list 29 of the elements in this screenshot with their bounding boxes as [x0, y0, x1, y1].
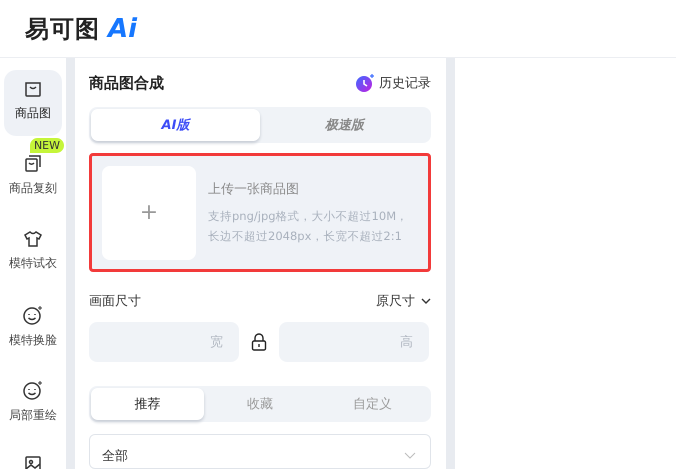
upload-title: 上传一张商品图	[208, 180, 300, 198]
smiley-icon	[22, 379, 44, 401]
sidebar-item[interactable]: 商品图	[4, 70, 62, 136]
chevron-down-icon	[404, 452, 416, 460]
new-badge: NEW	[30, 138, 64, 153]
logo-mark: Ai	[108, 14, 138, 44]
category-select[interactable]: 全部	[89, 434, 431, 469]
history-button[interactable]: 历史记录	[355, 73, 431, 93]
image-icon	[23, 454, 43, 469]
panel-title: 商品图合成	[89, 74, 164, 92]
width-field[interactable]: 宽	[89, 322, 239, 362]
size-dropdown[interactable]: 原尺寸	[376, 292, 431, 310]
clock-icon	[355, 73, 375, 93]
sidebar-item[interactable]: 模特换脸	[4, 295, 62, 361]
chevron-down-icon	[421, 298, 431, 304]
sidebar-item[interactable]: 局部重绘	[4, 370, 62, 436]
filter-tab[interactable]: 推荐	[91, 388, 204, 420]
stacked-bag-icon	[23, 154, 43, 174]
upload-hint: 支持png/jpg格式，大小不超过10M，长边不超过2048px，长宽不超过2:1	[208, 208, 410, 245]
sidebar-item[interactable]: 商品复刻	[4, 153, 62, 211]
height-field[interactable]: 高	[279, 322, 429, 362]
shirt-icon	[23, 229, 43, 249]
size-label: 画面尺寸	[89, 293, 141, 310]
category-value: 全部	[102, 448, 128, 465]
smiley-icon	[22, 304, 44, 326]
mode-tab[interactable]: AI版	[91, 109, 260, 141]
logo: 易可图	[25, 14, 100, 44]
lock-icon[interactable]	[249, 332, 269, 352]
sidebar-item[interactable]: 模特试衣	[4, 220, 62, 286]
